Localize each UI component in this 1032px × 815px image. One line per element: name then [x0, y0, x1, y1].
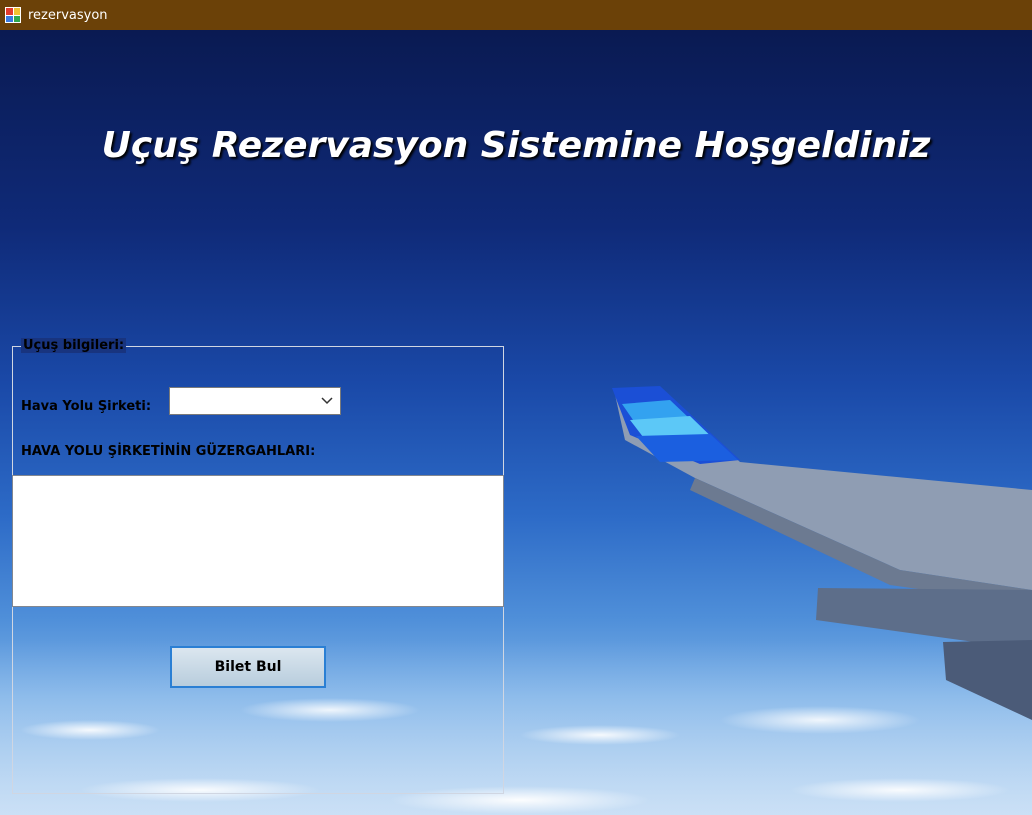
routes-listbox[interactable] — [12, 475, 504, 607]
routes-label: HAVA YOLU ŞİRKETİNİN GÜZERGAHLARI: — [21, 444, 316, 459]
groupbox-legend: Uçuş bilgileri: — [21, 338, 127, 353]
window-titlebar[interactable]: rezervasyon — [0, 0, 1032, 30]
airline-label: Hava Yolu Şirketi: — [21, 399, 152, 414]
welcome-title: Uçuş Rezervasyon Sistemine Hoşgeldiniz — [101, 125, 931, 166]
window-title: rezervasyon — [28, 7, 108, 23]
app-icon — [5, 7, 21, 23]
airline-select[interactable] — [169, 387, 341, 415]
form-client-area: Uçuş Rezervasyon Sistemine Hoşgeldiniz U… — [0, 30, 1032, 815]
airplane-wing-image — [612, 386, 1032, 720]
flight-info-groupbox: Uçuş bilgileri: Hava Yolu Şirketi: HAVA … — [12, 338, 504, 794]
find-ticket-button[interactable]: Bilet Bul — [170, 646, 326, 688]
chevron-down-icon[interactable] — [320, 395, 334, 407]
